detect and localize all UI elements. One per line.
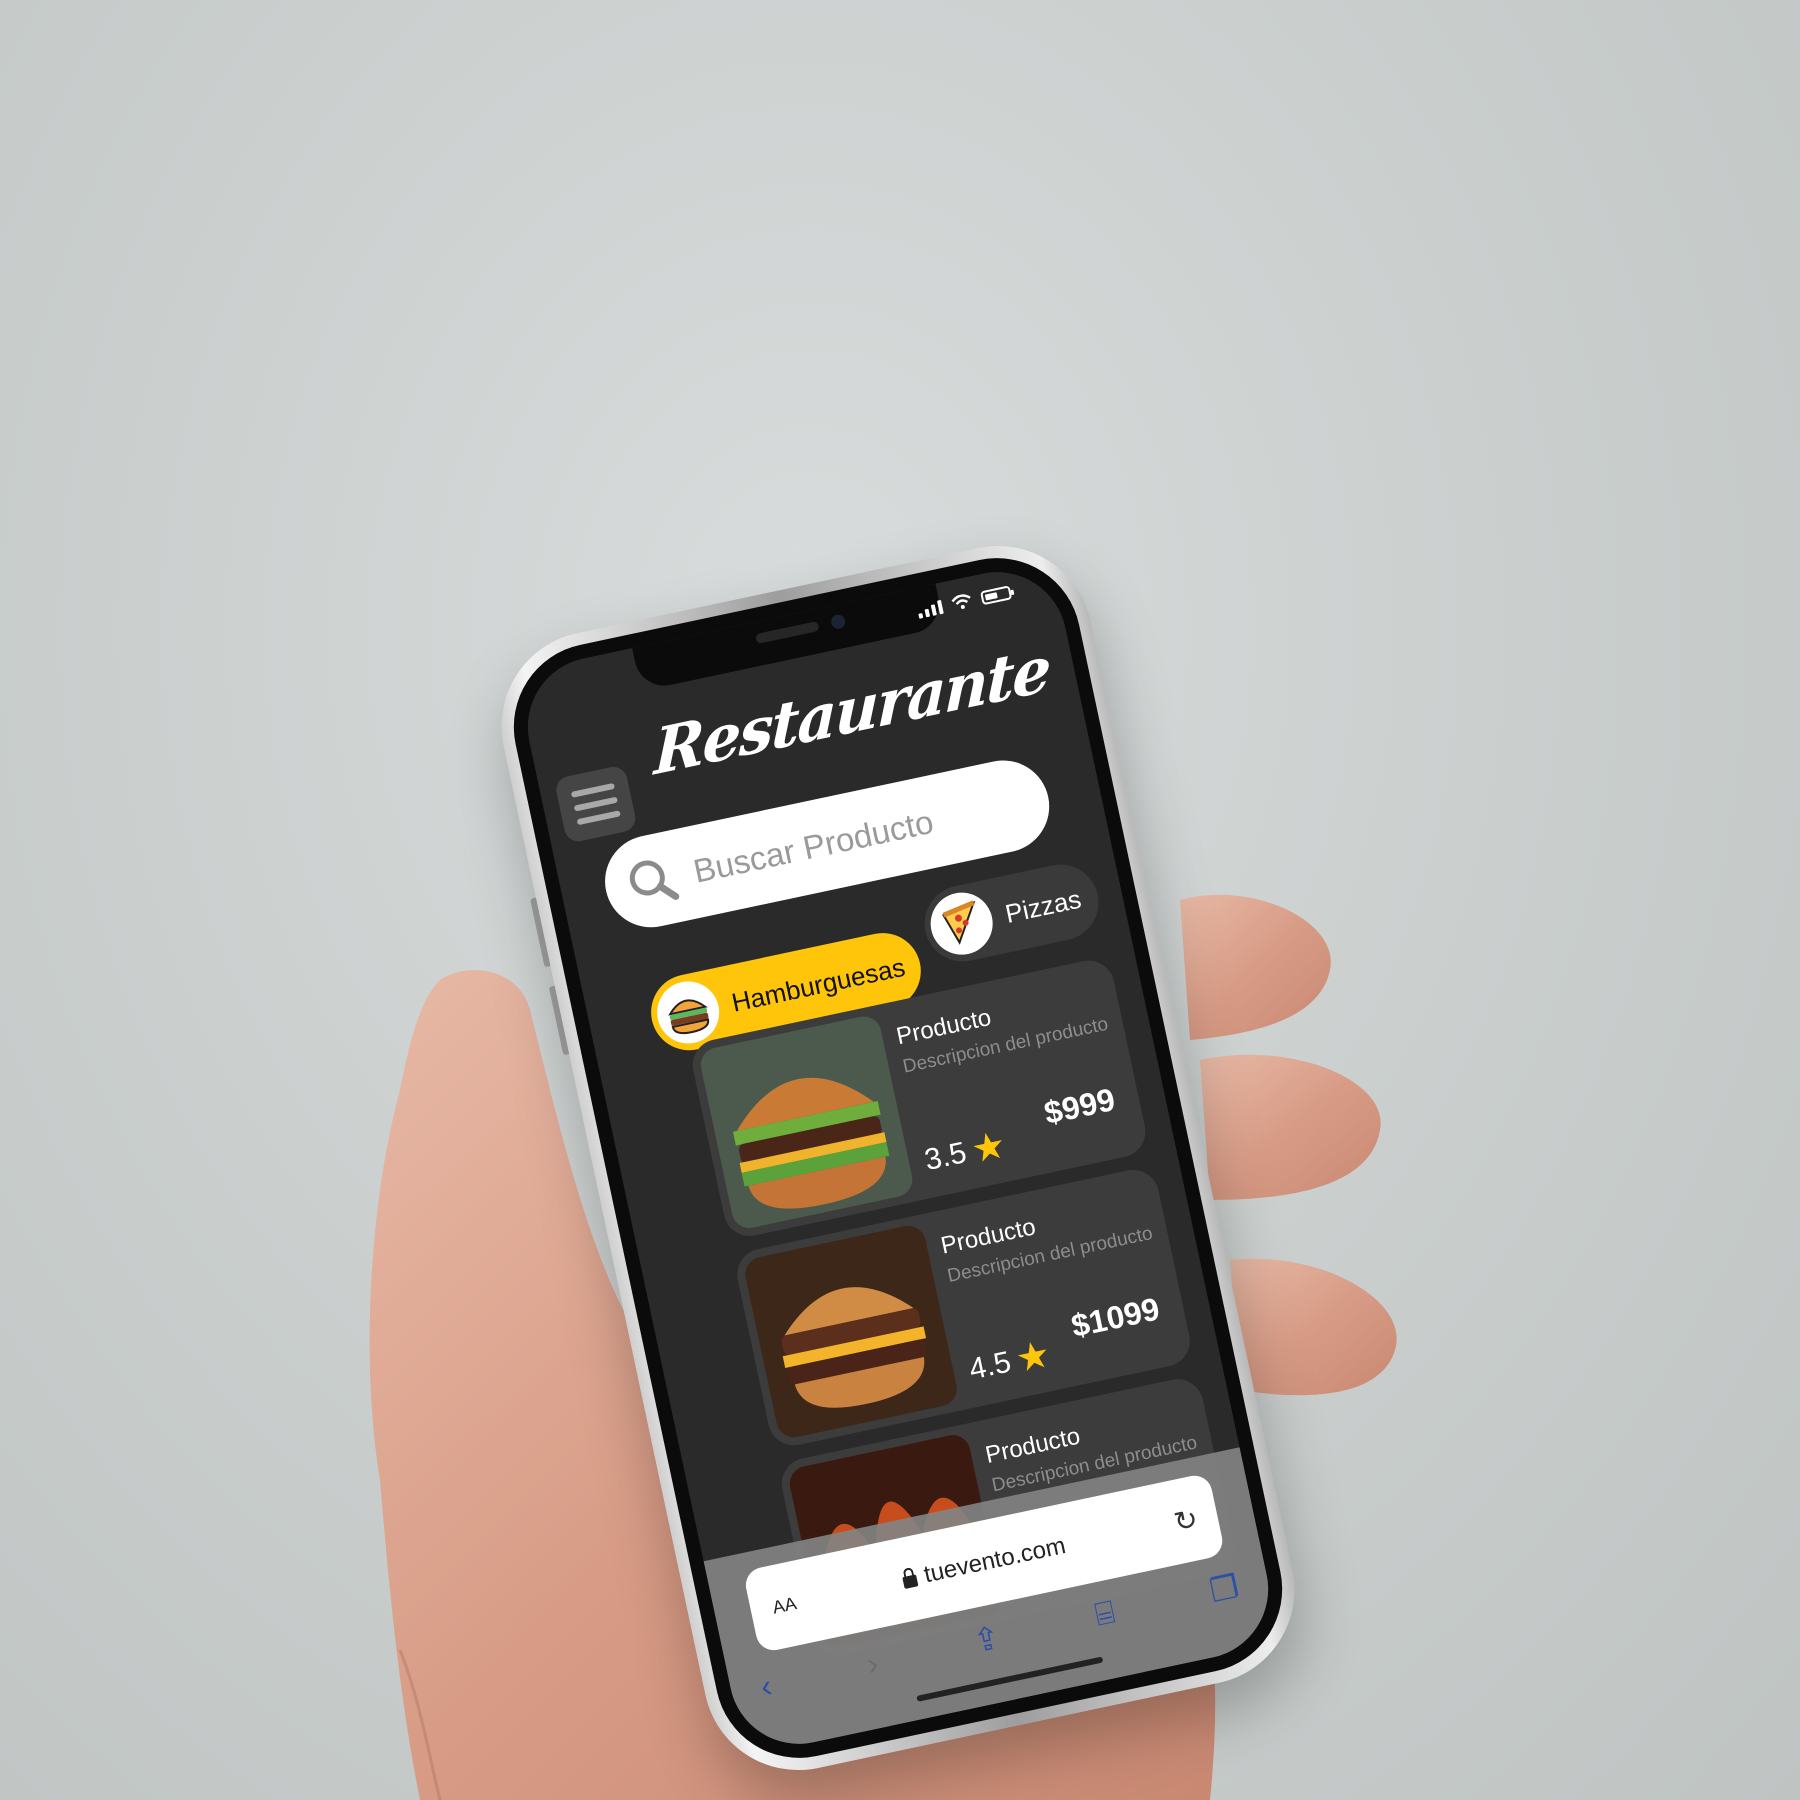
back-icon[interactable]: ‹ bbox=[757, 1667, 775, 1705]
pizza-slice-icon bbox=[924, 886, 999, 961]
star-icon: ★ bbox=[967, 1123, 1010, 1173]
forward-icon[interactable]: › bbox=[863, 1644, 881, 1682]
category-label: Pizzas bbox=[1002, 883, 1084, 929]
search-input[interactable] bbox=[687, 781, 1033, 893]
product-rating: 3.5 ★ bbox=[921, 1123, 1010, 1180]
url-text: tuevento.com bbox=[921, 1531, 1069, 1589]
product-rating: 4.5 ★ bbox=[966, 1333, 1055, 1389]
hamburger-menu-icon bbox=[570, 782, 616, 798]
battery-icon bbox=[979, 584, 1013, 605]
rating-value: 3.5 bbox=[921, 1136, 970, 1178]
category-chip-pizzas[interactable]: Pizzas bbox=[917, 857, 1106, 969]
tabs-icon[interactable]: ❐ bbox=[1206, 1567, 1242, 1610]
lock-icon bbox=[902, 1574, 919, 1590]
front-camera bbox=[829, 613, 847, 631]
product-image bbox=[697, 1013, 916, 1232]
bookmarks-icon[interactable]: ⌸ bbox=[1092, 1593, 1119, 1634]
speaker-grille bbox=[754, 620, 820, 645]
star-icon: ★ bbox=[1012, 1333, 1055, 1382]
wifi-icon bbox=[951, 594, 971, 609]
search-icon bbox=[629, 860, 680, 900]
menu-button[interactable] bbox=[553, 764, 638, 844]
burger-icon bbox=[651, 975, 725, 1050]
product-price: $999 bbox=[1041, 1081, 1119, 1132]
text-size-button[interactable]: AA bbox=[771, 1593, 799, 1619]
product-image bbox=[741, 1222, 961, 1441]
share-icon[interactable]: ⇪ bbox=[970, 1618, 1004, 1661]
signal-bars-icon bbox=[916, 599, 944, 619]
reload-icon[interactable]: ↻ bbox=[1171, 1501, 1201, 1538]
url-display: tuevento.com bbox=[900, 1532, 1068, 1594]
rating-value: 4.5 bbox=[966, 1345, 1014, 1387]
product-price: $1099 bbox=[1068, 1290, 1163, 1345]
